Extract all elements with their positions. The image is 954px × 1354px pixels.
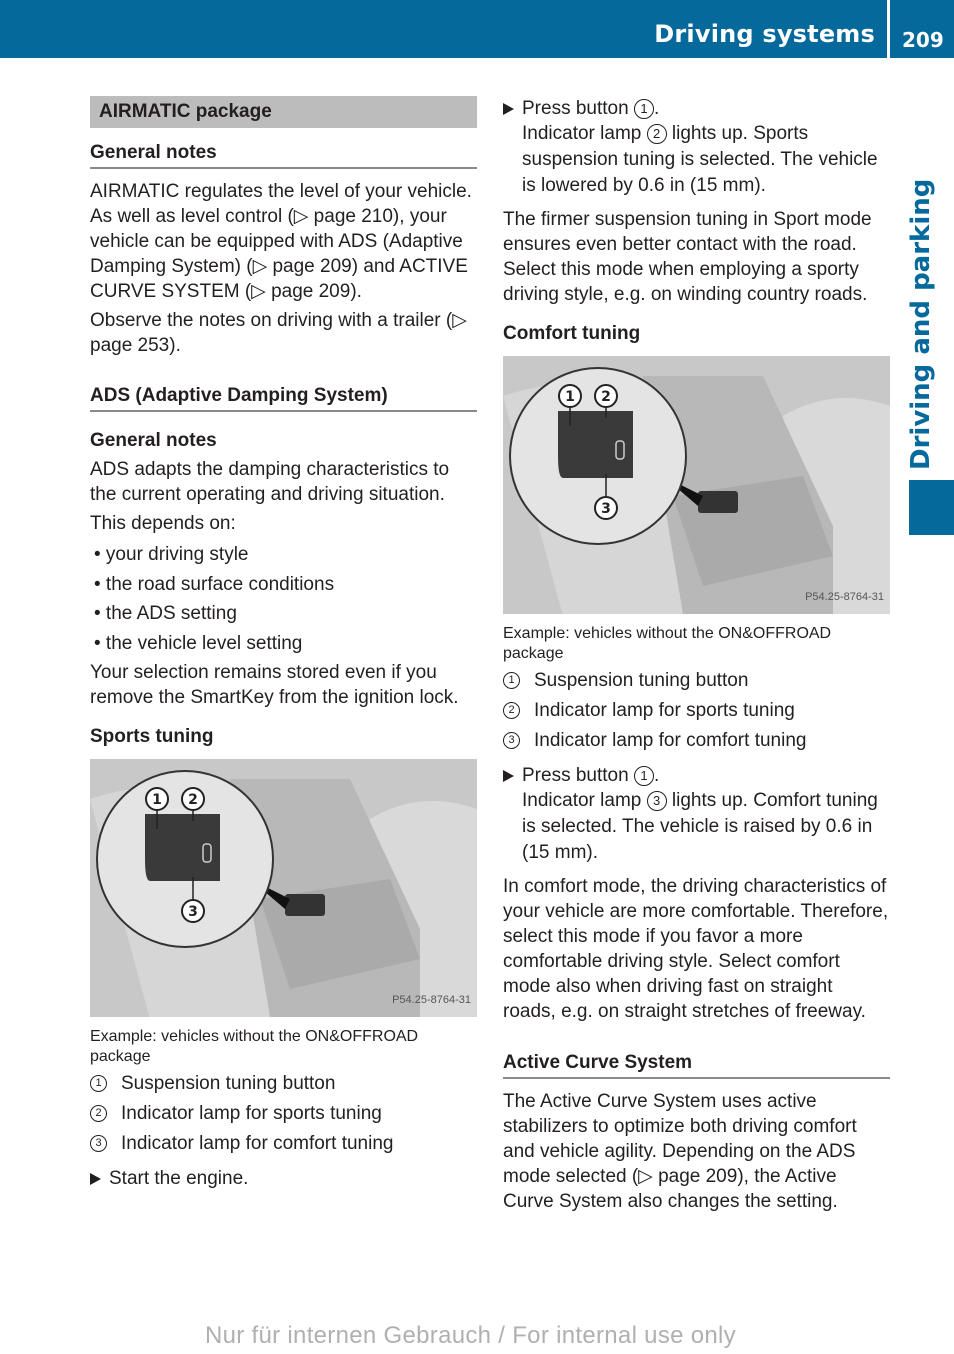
heading-sports-tuning: Sports tuning — [90, 726, 214, 748]
tuning-button-small — [698, 491, 738, 513]
figure-code: P54.25-8764-31 — [392, 994, 471, 1007]
svg-text:2: 2 — [601, 389, 611, 405]
step-arrow-icon — [503, 770, 514, 782]
right-column: Press button 1. Indicator lamp 2 lights … — [503, 96, 890, 1218]
callout-number: 2 — [90, 1105, 107, 1123]
step-text: Press button — [522, 765, 634, 786]
paragraph: The firmer suspension tuning in Sport mo… — [503, 209, 872, 305]
paragraph: Your selection remains stored even if yo… — [90, 662, 459, 709]
heading-ads: ADS (Adaptive Damping System) — [90, 383, 477, 412]
heading-general-notes: General notes — [90, 140, 477, 169]
callout-number: 1 — [503, 672, 520, 689]
legend-item: 3 Indicator lamp for comfort tuning — [503, 728, 890, 753]
step-result-text: Indicator lamp — [522, 123, 647, 144]
chapter-tab-marker — [909, 480, 954, 535]
section-heading-airmatic: AIRMATIC package — [90, 96, 477, 128]
console-illustration: 1 2 3 — [90, 759, 477, 1018]
callout-number: 2 — [503, 702, 520, 719]
legend-text: Indicator lamp for sports tuning — [534, 700, 795, 721]
list-item: • the road surface conditions — [94, 573, 335, 595]
svg-text:3: 3 — [601, 501, 611, 517]
callout-number: 3 — [503, 732, 520, 749]
tuning-button-small — [285, 894, 325, 917]
legend-text: Indicator lamp for comfort tuning — [121, 1133, 394, 1155]
callout-number: 1 — [90, 1075, 107, 1093]
page-number: 209 — [902, 28, 944, 52]
callout-number: 3 — [646, 791, 667, 811]
chapter-tab-label: Driving and parking — [906, 178, 936, 470]
legend-item: 3 Indicator lamp for comfort tuning — [90, 1131, 477, 1156]
legend-item: 1 Suspension tuning button — [90, 1071, 477, 1096]
bullet-list: • your driving style • the road surface … — [90, 542, 477, 656]
list-item: • the vehicle level setting — [94, 632, 303, 654]
svg-text:3: 3 — [188, 904, 198, 920]
paragraph: In comfort mode, the driving characteris… — [503, 876, 889, 1022]
legend-text: Suspension tuning button — [121, 1073, 336, 1095]
instruction-step: Press button 1. Indicator lamp 3 lights … — [503, 763, 890, 866]
paragraph: Observe the notes on driving with a trai… — [90, 310, 467, 356]
step-text: . — [653, 765, 660, 786]
callout-number: 1 — [633, 766, 654, 786]
step-text: Press button — [522, 98, 634, 119]
figure-sports-tuning: 1 2 3 P54.25-8764-31 — [90, 759, 477, 1018]
svg-text:1: 1 — [565, 389, 575, 405]
section-title: Driving systems — [654, 20, 875, 48]
step-result-text: Indicator lamp — [522, 790, 647, 811]
figure-code: P54.25-8764-31 — [805, 591, 884, 603]
legend-text: Suspension tuning button — [534, 670, 749, 691]
legend-text: Indicator lamp for comfort tuning — [534, 730, 807, 751]
callout-number: 1 — [633, 99, 654, 119]
callout-number: 2 — [646, 124, 667, 144]
paragraph: This depends on: — [90, 513, 236, 534]
list-item: • the ADS setting — [94, 603, 237, 625]
heading-active-curve-system: Active Curve System — [503, 1050, 890, 1079]
callout-number: 3 — [90, 1135, 107, 1153]
svg-text:1: 1 — [152, 792, 162, 808]
legend-item: 2 Indicator lamp for sports tuning — [90, 1101, 477, 1126]
svg-text:2: 2 — [188, 792, 198, 808]
step-arrow-icon — [503, 103, 514, 115]
paragraph: The Active Curve System uses active stab… — [503, 1091, 857, 1212]
internal-use-watermark: Nur für internen Gebrauch / For internal… — [205, 1322, 736, 1349]
legend-item: 2 Indicator lamp for sports tuning — [503, 698, 890, 723]
figure-caption: Example: vehicles without the ON&OFFROAD… — [503, 625, 832, 662]
instruction-step: Press button 1. Indicator lamp 2 lights … — [503, 96, 890, 199]
heading-ads-general-notes: General notes — [90, 430, 217, 451]
legend-item: 1 Suspension tuning button — [503, 668, 890, 693]
list-item: • your driving style — [94, 544, 249, 565]
left-column: AIRMATIC package General notes AIRMATIC … — [90, 96, 477, 1197]
heading-comfort-tuning: Comfort tuning — [503, 323, 641, 344]
step-text: Start the engine. — [109, 1168, 249, 1190]
legend-text: Indicator lamp for sports tuning — [121, 1103, 382, 1125]
paragraph: ADS adapts the damping characteristics t… — [90, 459, 450, 505]
step-arrow-icon — [90, 1173, 101, 1186]
header-bar: Driving systems — [0, 0, 887, 58]
step-text: . — [653, 98, 660, 119]
console-illustration: 1 2 3 — [503, 356, 890, 614]
paragraph: AIRMATIC regulates the level of your veh… — [90, 181, 472, 302]
page-number-box: 209 — [890, 0, 954, 58]
figure-caption: Example: vehicles without the ON&OFFROAD… — [90, 1028, 419, 1066]
instruction-step: Start the engine. — [90, 1166, 477, 1191]
figure-comfort-tuning: 1 2 3 P54.25-8764-31 — [503, 356, 890, 614]
